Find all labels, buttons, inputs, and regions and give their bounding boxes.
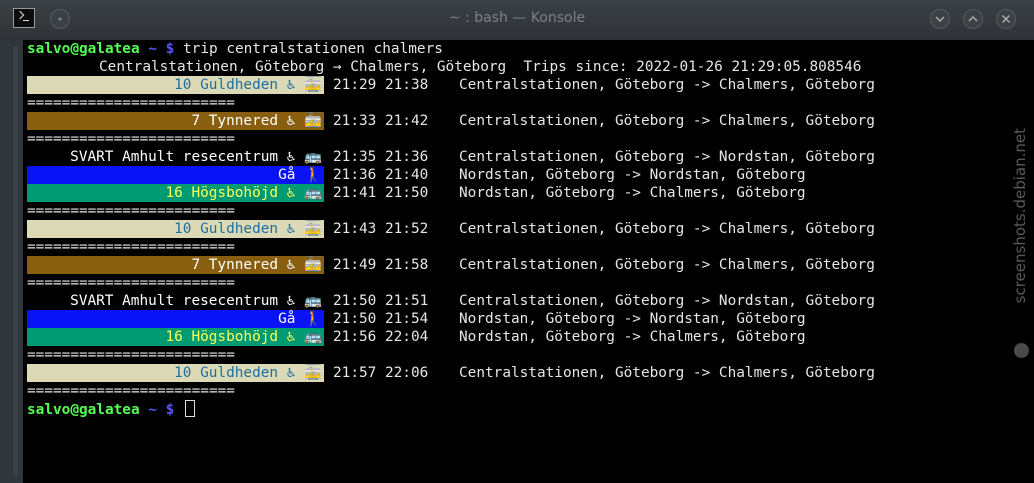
route-badge: 7 Tynnered ♿ 🚋 [27, 112, 324, 130]
trip-header: Centralstationen, Göteborg → Chalmers, G… [99, 59, 862, 75]
watermark-logo [1014, 343, 1029, 358]
terminal-output[interactable]: salvo@galatea ~ $ trip centralstationen … [23, 40, 1034, 483]
route-description: Nordstan, Göteborg -> Nordstan, Göteborg [459, 167, 806, 183]
title-bar[interactable]: ~ : bash — Konsole [0, 0, 1034, 40]
trip-separator: ======================== [27, 203, 235, 219]
route-label: 10 Guldheden ♿ 🚋 [174, 77, 322, 93]
route-badge: SVART Amhult resecentrum ♿ 🚌 [27, 292, 324, 310]
route-label: 10 Guldheden ♿ 🚋 [174, 221, 322, 237]
chevron-down-icon [935, 16, 945, 23]
route-badge: 10 Guldheden ♿ 🚋 [27, 364, 324, 382]
departure-arrival-times: 21:36 21:40 [333, 167, 429, 183]
prompt-user-host: salvo@galatea [27, 41, 140, 57]
route-badge: Gå 🚶 [27, 310, 324, 328]
departure-arrival-times: 21:50 21:54 [333, 311, 429, 327]
prompt-user-host: salvo@galatea [27, 402, 140, 418]
route-label: 16 Högsbohöjd ♿ 🚌 [165, 185, 322, 201]
window-title: ~ : bash — Konsole [448, 10, 586, 26]
departure-arrival-times: 21:43 21:52 [333, 221, 429, 237]
route-label: 16 Högsbohöjd ♿ 🚌 [165, 329, 322, 345]
scrollbar[interactable] [7, 40, 23, 483]
departure-arrival-times: 21:57 22:06 [333, 365, 429, 381]
route-badge: 10 Guldheden ♿ 🚋 [27, 76, 324, 94]
route-label: 7 Tynnered ♿ 🚋 [191, 257, 322, 273]
route-badge: 7 Tynnered ♿ 🚋 [27, 256, 324, 274]
route-label: Gå 🚶 [278, 311, 322, 327]
trip-separator: ======================== [27, 131, 235, 147]
route-label: 7 Tynnered ♿ 🚋 [191, 113, 322, 129]
trip-separator: ======================== [27, 239, 235, 255]
route-label: 10 Guldheden ♿ 🚋 [174, 365, 322, 381]
close-button[interactable] [996, 9, 1016, 29]
route-badge: 16 Högsbohöjd ♿ 🚌 [27, 184, 324, 202]
input-prompt-line[interactable]: salvo@galatea ~ $ [27, 400, 195, 418]
trip-separator: ======================== [27, 95, 235, 111]
route-description: Nordstan, Göteborg -> Chalmers, Göteborg [459, 329, 806, 345]
route-description: Centralstationen, Göteborg -> Chalmers, … [459, 77, 875, 93]
route-description: Centralstationen, Göteborg -> Chalmers, … [459, 113, 875, 129]
text-cursor [185, 400, 195, 417]
departure-arrival-times: 21:41 21:50 [333, 185, 429, 201]
route-description: Nordstan, Göteborg -> Chalmers, Göteborg [459, 185, 806, 201]
route-label: SVART Amhult resecentrum ♿ 🚌 [70, 149, 322, 165]
departure-arrival-times: 21:56 22:04 [333, 329, 429, 345]
departure-arrival-times: 21:35 21:36 [333, 149, 429, 165]
watermark-text: screenshots.debian.net [1011, 128, 1029, 304]
scrollbar-track[interactable] [13, 46, 18, 476]
close-icon [1001, 14, 1011, 24]
departure-arrival-times: 21:49 21:58 [333, 257, 429, 273]
prompt-path: ~ [148, 41, 157, 57]
route-badge: SVART Amhult resecentrum ♿ 🚌 [27, 148, 324, 166]
route-description: Centralstationen, Göteborg -> Chalmers, … [459, 365, 875, 381]
prompt-symbol: $ [165, 41, 175, 57]
route-badge: Gå 🚶 [27, 166, 324, 184]
route-description: Centralstationen, Göteborg -> Chalmers, … [459, 257, 875, 273]
route-label: Gå 🚶 [278, 167, 322, 183]
departure-arrival-times: 21:29 21:38 [333, 77, 429, 93]
command-line: salvo@galatea ~ $ trip centralstationen … [27, 40, 443, 58]
minimize-button[interactable] [930, 9, 950, 29]
route-badge: 16 Högsbohöjd ♿ 🚌 [27, 328, 324, 346]
chevron-up-icon [968, 15, 978, 22]
command-text: trip centralstationen chalmers [183, 41, 443, 57]
route-badge: 10 Guldheden ♿ 🚋 [27, 220, 324, 238]
route-description: Centralstationen, Göteborg -> Nordstan, … [459, 149, 875, 165]
route-description: Nordstan, Göteborg -> Nordstan, Göteborg [459, 311, 806, 327]
trip-separator: ======================== [27, 347, 235, 363]
prompt-path: ~ [148, 402, 157, 418]
route-description: Centralstationen, Göteborg -> Nordstan, … [459, 293, 875, 309]
departure-arrival-times: 21:50 21:51 [333, 293, 429, 309]
route-label: SVART Amhult resecentrum ♿ 🚌 [70, 293, 322, 309]
trip-separator: ======================== [27, 275, 235, 291]
maximize-button[interactable] [963, 9, 983, 29]
trip-separator: ======================== [27, 383, 235, 399]
prompt-symbol: $ [165, 402, 175, 418]
route-description: Centralstationen, Göteborg -> Chalmers, … [459, 221, 875, 237]
departure-arrival-times: 21:33 21:42 [333, 113, 429, 129]
konsole-window: ~ : bash — Konsole salvo@galatea ~ $ tri… [0, 0, 1034, 483]
